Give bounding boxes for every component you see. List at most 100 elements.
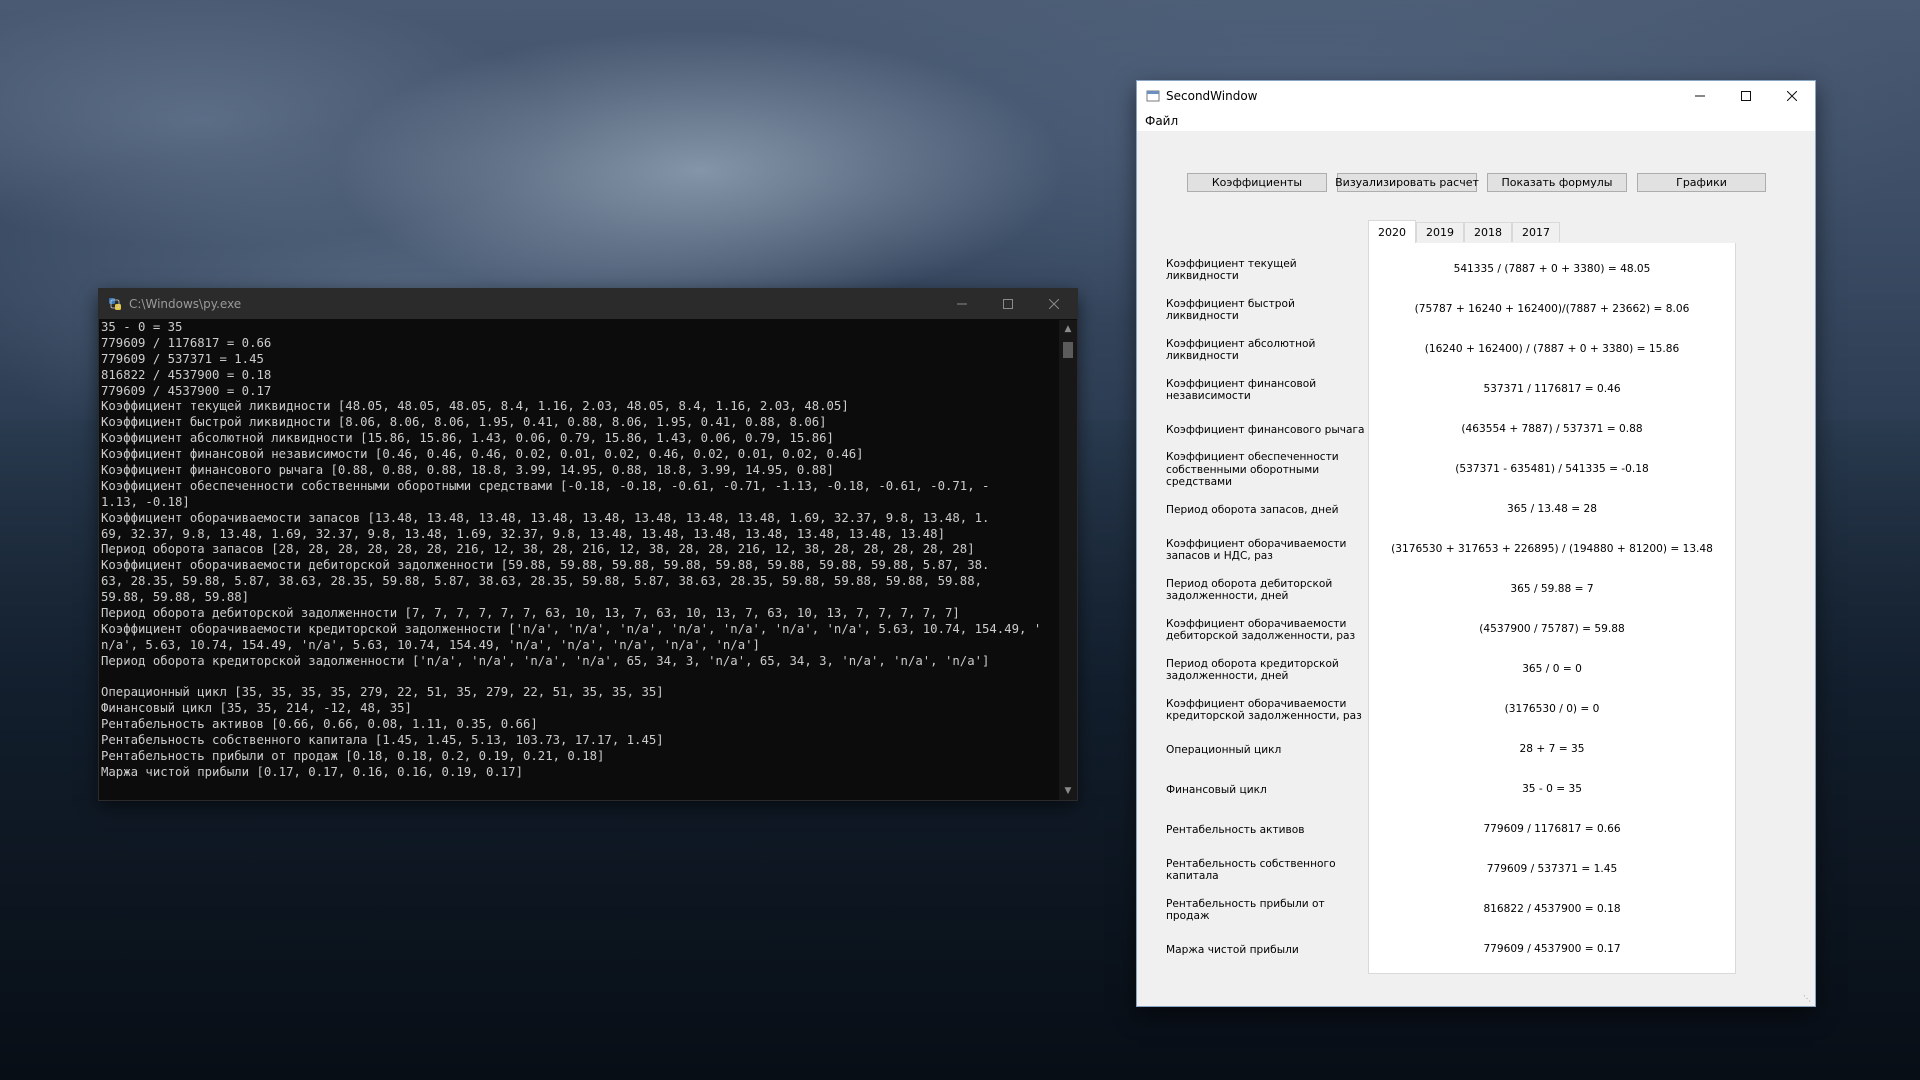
console-line: 59.88, 59.88, 59.88] (101, 590, 250, 605)
coefficient-formula: 541335 / (7887 + 0 + 3380) = 48.05 (1453, 263, 1651, 275)
console-line: Финансовый цикл [35, 35, 214, -12, 48, 3… (101, 701, 412, 716)
console-line: 779609 / 537371 = 1.45 (101, 351, 264, 366)
coefficient-label: Рентабельность активов (1166, 823, 1305, 836)
coefficient-label: Коэффициент оборачиваемости кредиторской… (1166, 697, 1362, 723)
coefficient-label: Коэффициент обеспеченности собственными … (1166, 451, 1339, 489)
console-line: Коэффициент текущей ликвидности [48.05, … (101, 399, 849, 414)
coefficient-label: Период оборота запасов, дней (1166, 503, 1339, 516)
tab-2019[interactable]: 2019 (1416, 222, 1464, 242)
console-line: Рентабельность собственного капитала [1.… (101, 733, 664, 748)
maximize-button[interactable] (985, 289, 1031, 319)
coefficient-formula: 537371 / 1176817 = 0.46 (1483, 383, 1621, 395)
coefficient-formula: 365 / 0 = 0 (1522, 663, 1582, 675)
console-line: Период оборота кредиторской задолженност… (101, 653, 990, 668)
coefficient-label: Коэффициент оборачиваемости дебиторской … (1166, 617, 1356, 643)
console-line: Коэффициент оборачиваемости запасов [13.… (101, 510, 990, 525)
console-line: Коэффициент обеспеченности собственными … (101, 478, 990, 493)
scrollbar-thumb[interactable] (1063, 342, 1073, 358)
console-line: Рентабельность прибыли от продаж [0.18, … (101, 749, 605, 764)
window-title-bar[interactable]: SecondWindow (1137, 81, 1815, 111)
maximize-icon (1741, 91, 1751, 101)
coefficient-formula: (463554 + 7887) / 537371 = 0.88 (1461, 423, 1643, 435)
second-window[interactable]: SecondWindow Файл Коэффициенты Визуализи… (1137, 81, 1815, 1006)
show-formulas-button[interactable]: Показать формулы (1487, 173, 1627, 192)
tab-2018[interactable]: 2018 (1464, 222, 1512, 242)
close-icon (1049, 299, 1059, 309)
resize-grip-icon[interactable]: ⋱ (1803, 994, 1813, 1004)
close-icon (1787, 91, 1797, 101)
coefficient-label: Рентабельность собственного капитала (1166, 857, 1336, 883)
python-console-icon (109, 298, 121, 310)
coefficient-label: Финансовый цикл (1166, 783, 1267, 796)
minimize-button[interactable] (1677, 81, 1723, 111)
scroll-down-icon[interactable]: ▼ (1062, 785, 1074, 797)
console-line: Операционный цикл [35, 35, 35, 35, 279, … (101, 685, 664, 700)
console-line: Коэффициент финансовой независимости [0.… (101, 447, 864, 462)
coefficient-label: Маржа чистой прибыли (1166, 943, 1299, 956)
console-line: Коэффициент быстрой ликвидности [8.06, 8… (101, 415, 827, 430)
coefficient-label: Коэффициент текущей ликвидности (1166, 257, 1297, 283)
coefficient-formula: (537371 - 635481) / 541335 = -0.18 (1455, 463, 1649, 475)
console-line: 779609 / 1176817 = 0.66 (101, 335, 272, 350)
charts-button[interactable]: Графики (1637, 173, 1766, 192)
console-line: Коэффициент абсолютной ликвидности [15.8… (101, 431, 834, 446)
window-title: SecondWindow (1166, 89, 1258, 103)
coefficient-label: Период оборота дебиторской задолженности… (1166, 577, 1333, 603)
coefficient-formula: 365 / 13.48 = 28 (1507, 503, 1597, 515)
console-title: C:\Windows\py.exe (129, 297, 242, 311)
coefficient-formula: 28 + 7 = 35 (1519, 743, 1585, 755)
coefficient-formula: (16240 + 162400) / (7887 + 0 + 3380) = 1… (1424, 343, 1680, 355)
app-window-icon (1146, 90, 1160, 102)
coefficient-formula: 779609 / 4537900 = 0.17 (1483, 943, 1621, 955)
console-line: Период оборота дебиторской задолженности… (101, 606, 960, 621)
coefficient-formula: 35 - 0 = 35 (1522, 783, 1582, 795)
scroll-up-icon[interactable]: ▲ (1062, 323, 1074, 335)
coefficient-formula: (4537900 / 75787) = 59.88 (1479, 623, 1625, 635)
maximize-button[interactable] (1723, 81, 1769, 111)
coefficient-formula: 816822 / 4537900 = 0.18 (1483, 903, 1621, 915)
coefficient-formula: (3176530 + 317653 + 226895) / (194880 + … (1391, 543, 1713, 555)
console-line: Коэффициент оборачиваемости кредиторской… (101, 621, 1042, 636)
coefficient-label: Рентабельность прибыли от продаж (1166, 897, 1325, 923)
coefficients-button[interactable]: Коэффициенты (1187, 173, 1327, 192)
console-line: 816822 / 4537900 = 0.18 (101, 367, 272, 382)
close-button[interactable] (1769, 81, 1815, 111)
coefficient-formula: 779609 / 1176817 = 0.66 (1483, 823, 1621, 835)
console-line: Период оборота запасов [28, 28, 28, 28, … (101, 542, 975, 557)
console-line: Рентабельность активов [0.66, 0.66, 0.08… (101, 717, 538, 732)
console-line: 35 - 0 = 35 (101, 320, 183, 334)
coefficient-label: Коэффициент оборачиваемости запасов и НД… (1166, 537, 1347, 563)
console-line: Маржа чистой прибыли [0.17, 0.17, 0.16, … (101, 764, 523, 779)
console-title-bar[interactable]: C:\Windows\py.exe (99, 289, 1077, 319)
console-line: Коэффициент оборачиваемости дебиторской … (101, 558, 990, 573)
coefficient-formula: (75787 + 16240 + 162400)/(7887 + 23662) … (1414, 303, 1690, 315)
coefficient-label: Коэффициент финансового рычага (1166, 423, 1365, 436)
coefficient-label: Операционный цикл (1166, 743, 1282, 756)
coefficient-label: Период оборота кредиторской задолженност… (1166, 657, 1339, 683)
console-line: 779609 / 4537900 = 0.17 (101, 383, 272, 398)
coefficient-label: Коэффициент быстрой ликвидности (1166, 297, 1295, 323)
coefficient-label: Коэффициент абсолютной ликвидности (1166, 337, 1316, 363)
coefficient-formula: 779609 / 537371 = 1.45 (1486, 863, 1618, 875)
console-output[interactable]: 35 - 0 = 35 779609 / 1176817 = 0.66 779609… (101, 320, 1057, 796)
minimize-icon (1695, 95, 1705, 97)
minimize-icon (957, 303, 967, 305)
console-line: 1.13, -0.18] (101, 494, 190, 509)
coefficient-label: Коэффициент финансовой независимости (1166, 377, 1317, 403)
menu-file[interactable]: Файл (1145, 114, 1178, 128)
tab-2020[interactable]: 2020 (1368, 220, 1416, 243)
console-window[interactable]: C:\Windows\py.exe 35 - 0 = 35 779609 / 11… (99, 289, 1077, 800)
console-line: Коэффициент финансового рычага [0.88, 0.… (101, 463, 834, 478)
console-line: 69, 32.37, 9.8, 13.48, 1.69, 32.37, 9.8,… (101, 526, 945, 541)
maximize-icon (1003, 299, 1013, 309)
console-scrollbar[interactable]: ▲ ▼ (1059, 320, 1077, 800)
close-button[interactable] (1031, 289, 1077, 319)
coefficient-formula: 365 / 59.88 = 7 (1510, 583, 1594, 595)
visualize-button[interactable]: Визуализировать расчет (1335, 173, 1479, 192)
menu-bar: Файл (1137, 111, 1815, 131)
tab-2017[interactable]: 2017 (1512, 222, 1560, 242)
console-line: n/a', 5.63, 10.74, 154.49, 'n/a', 5.63, … (101, 637, 760, 652)
coefficient-formula: (3176530 / 0) = 0 (1504, 703, 1600, 715)
minimize-button[interactable] (939, 289, 985, 319)
